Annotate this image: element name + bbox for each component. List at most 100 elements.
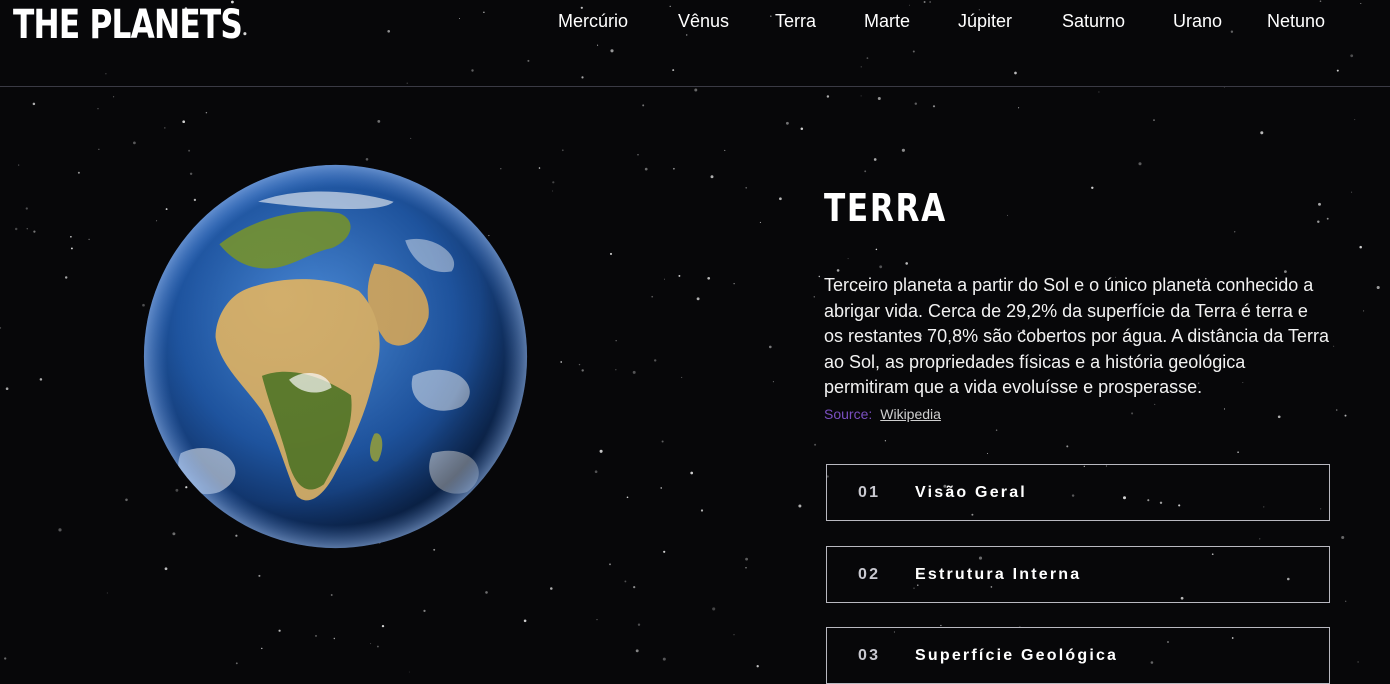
star <box>836 269 840 272</box>
star <box>113 96 115 98</box>
star <box>1091 186 1094 189</box>
star <box>663 550 666 553</box>
star <box>77 171 80 174</box>
nav-link-urano[interactable]: Urano <box>1173 10 1222 32</box>
star <box>745 567 747 569</box>
star <box>798 504 802 508</box>
planet-nav: Mercúrio Vênus Terra Marte Júpiter Satur… <box>0 10 1390 34</box>
star <box>745 186 748 189</box>
star <box>681 376 683 378</box>
star <box>624 580 627 583</box>
star <box>1318 202 1321 206</box>
star <box>581 369 584 372</box>
star <box>818 275 821 278</box>
nav-link-saturno[interactable]: Saturno <box>1062 10 1125 32</box>
star <box>578 363 581 366</box>
star <box>710 175 714 179</box>
source-link-wikipedia[interactable]: Wikipedia <box>880 406 941 422</box>
star <box>779 197 782 201</box>
tab-number: 01 <box>858 484 881 501</box>
star <box>884 440 887 442</box>
star <box>97 108 99 110</box>
star <box>662 657 666 661</box>
star <box>1018 107 1020 109</box>
star <box>690 471 694 475</box>
star <box>25 207 28 210</box>
star <box>814 443 817 446</box>
nav-link-mercurio[interactable]: Mercúrio <box>558 10 628 32</box>
star <box>423 609 426 613</box>
star <box>673 167 675 170</box>
star <box>523 619 527 623</box>
star <box>376 645 379 648</box>
star <box>1153 119 1155 121</box>
tab-overview[interactable]: 01 Visão Geral <box>826 464 1330 521</box>
star <box>1326 217 1329 220</box>
star <box>1357 661 1359 663</box>
star <box>315 635 317 637</box>
star <box>635 649 639 653</box>
tab-label: Estrutura Interna <box>915 566 1082 583</box>
star <box>538 167 541 169</box>
star <box>1223 408 1226 410</box>
star <box>772 381 774 383</box>
star <box>1376 285 1380 290</box>
star <box>1138 162 1142 166</box>
star <box>552 190 554 192</box>
star <box>1345 600 1347 602</box>
star <box>164 127 166 129</box>
source-line: Source: Wikipedia <box>824 406 941 422</box>
star <box>932 105 936 108</box>
star <box>32 102 36 106</box>
nav-link-terra[interactable]: Terra <box>775 10 816 32</box>
star <box>785 121 789 125</box>
star <box>594 470 598 474</box>
star <box>914 102 918 105</box>
star <box>39 378 43 381</box>
nav-link-venus[interactable]: Vênus <box>678 10 729 32</box>
star <box>700 509 704 512</box>
star <box>98 148 100 150</box>
star <box>485 591 488 594</box>
star <box>1341 535 1345 540</box>
star <box>733 283 735 285</box>
star <box>1333 345 1335 347</box>
star <box>133 141 136 145</box>
star <box>0 326 2 329</box>
star <box>987 453 989 454</box>
star <box>235 662 238 665</box>
star <box>188 149 191 152</box>
star <box>70 235 72 238</box>
star <box>813 296 815 298</box>
tab-label: Superfície Geológica <box>915 647 1119 664</box>
planet-image <box>142 163 529 550</box>
tab-number: 02 <box>858 566 881 583</box>
star <box>1260 131 1264 135</box>
source-label: Source: <box>824 406 873 422</box>
star <box>381 624 385 628</box>
star <box>644 167 648 171</box>
tab-surface-geology[interactable]: 03 Superfície Geológica <box>826 627 1330 684</box>
star <box>164 567 168 571</box>
nav-link-netuno[interactable]: Netuno <box>1267 10 1325 32</box>
star <box>88 238 90 241</box>
star <box>596 619 598 621</box>
star <box>768 345 772 349</box>
star <box>615 369 617 371</box>
star <box>1363 310 1365 312</box>
nav-link-marte[interactable]: Marte <box>864 10 910 32</box>
star <box>860 95 862 97</box>
star <box>14 227 18 231</box>
star <box>5 387 9 391</box>
star <box>70 247 73 250</box>
star <box>330 594 333 596</box>
star <box>261 647 263 650</box>
star <box>877 97 881 100</box>
star <box>365 158 369 161</box>
star <box>637 623 641 626</box>
star <box>995 429 998 431</box>
nav-link-jupiter[interactable]: Júpiter <box>958 10 1012 32</box>
tab-internal-structure[interactable]: 02 Estrutura Interna <box>826 546 1330 603</box>
star <box>905 262 908 265</box>
star <box>560 361 563 363</box>
